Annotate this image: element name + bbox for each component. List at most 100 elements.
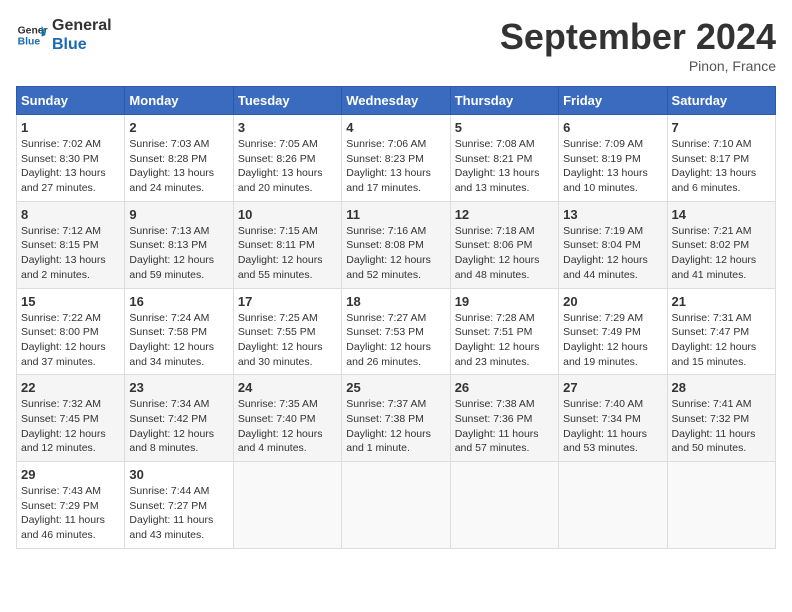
day-info: Sunrise: 7:25 AM Sunset: 7:55 PM Dayligh… xyxy=(238,311,337,370)
day-info: Sunrise: 7:44 AM Sunset: 7:27 PM Dayligh… xyxy=(129,484,228,543)
calendar-cell: 8Sunrise: 7:12 AM Sunset: 8:15 PM Daylig… xyxy=(17,201,125,288)
weekday-header: Monday xyxy=(125,87,233,115)
day-number: 21 xyxy=(672,294,771,309)
day-number: 28 xyxy=(672,380,771,395)
day-info: Sunrise: 7:15 AM Sunset: 8:11 PM Dayligh… xyxy=(238,224,337,283)
day-number: 4 xyxy=(346,120,445,135)
day-info: Sunrise: 7:43 AM Sunset: 7:29 PM Dayligh… xyxy=(21,484,120,543)
logo: General Blue General Blue xyxy=(16,16,112,54)
svg-text:Blue: Blue xyxy=(18,37,41,48)
day-number: 5 xyxy=(455,120,554,135)
day-number: 10 xyxy=(238,207,337,222)
calendar-cell: 26 Sunrise: 7:38 AM Sunset: 7:36 PM Dayli… xyxy=(450,375,558,462)
day-number: 15 xyxy=(21,294,120,309)
day-number: 25 xyxy=(346,380,445,395)
day-info: Sunrise: 7:08 AM Sunset: 8:21 PM Dayligh… xyxy=(455,137,554,196)
day-number: 19 xyxy=(455,294,554,309)
calendar-cell: 6 Sunrise: 7:09 AM Sunset: 8:19 PM Daylig… xyxy=(559,115,667,202)
calendar-cell: 24 Sunrise: 7:35 AM Sunset: 7:40 PM Dayli… xyxy=(233,375,341,462)
calendar-cell: 2 Sunrise: 7:03 AM Sunset: 8:28 PM Daylig… xyxy=(125,115,233,202)
calendar-cell: 23Sunrise: 7:34 AM Sunset: 7:42 PM Dayli… xyxy=(125,375,233,462)
weekday-header: Thursday xyxy=(450,87,558,115)
calendar-cell: 30 Sunrise: 7:44 AM Sunset: 7:27 PM Dayli… xyxy=(125,462,233,549)
calendar-cell: 15 Sunrise: 7:22 AM Sunset: 8:00 PM Dayli… xyxy=(17,288,125,375)
day-info: Sunrise: 7:12 AM Sunset: 8:15 PM Dayligh… xyxy=(21,224,120,283)
day-number: 27 xyxy=(563,380,662,395)
calendar-cell: 4Sunrise: 7:06 AM Sunset: 8:23 PM Daylig… xyxy=(342,115,450,202)
day-number: 6 xyxy=(563,120,662,135)
calendar-cell: 5 Sunrise: 7:08 AM Sunset: 8:21 PM Daylig… xyxy=(450,115,558,202)
calendar-cell xyxy=(559,462,667,549)
day-info: Sunrise: 7:37 AM Sunset: 7:38 PM Dayligh… xyxy=(346,397,445,456)
calendar-cell: 20 Sunrise: 7:29 AM Sunset: 7:49 PM Dayli… xyxy=(559,288,667,375)
day-info: Sunrise: 7:28 AM Sunset: 7:51 PM Dayligh… xyxy=(455,311,554,370)
calendar-cell: 14Sunrise: 7:21 AM Sunset: 8:02 PM Dayli… xyxy=(667,201,775,288)
day-info: Sunrise: 7:38 AM Sunset: 7:36 PM Dayligh… xyxy=(455,397,554,456)
day-info: Sunrise: 7:03 AM Sunset: 8:28 PM Dayligh… xyxy=(129,137,228,196)
weekday-header: Wednesday xyxy=(342,87,450,115)
day-number: 1 xyxy=(21,120,120,135)
calendar-cell: 22 Sunrise: 7:32 AM Sunset: 7:45 PM Dayli… xyxy=(17,375,125,462)
weekday-header: Tuesday xyxy=(233,87,341,115)
day-number: 7 xyxy=(672,120,771,135)
calendar-cell: 25 Sunrise: 7:37 AM Sunset: 7:38 PM Dayli… xyxy=(342,375,450,462)
weekday-header: Friday xyxy=(559,87,667,115)
calendar-cell: 11 Sunrise: 7:16 AM Sunset: 8:08 PM Dayli… xyxy=(342,201,450,288)
day-number: 30 xyxy=(129,467,228,482)
day-number: 9 xyxy=(129,207,228,222)
day-info: Sunrise: 7:09 AM Sunset: 8:19 PM Dayligh… xyxy=(563,137,662,196)
day-info: Sunrise: 7:10 AM Sunset: 8:17 PM Dayligh… xyxy=(672,137,771,196)
day-number: 20 xyxy=(563,294,662,309)
logo-general: General xyxy=(52,16,112,35)
day-number: 13 xyxy=(563,207,662,222)
calendar-cell: 27 Sunrise: 7:40 AM Sunset: 7:34 PM Dayli… xyxy=(559,375,667,462)
location-subtitle: Pinon, France xyxy=(500,58,776,74)
logo-blue: Blue xyxy=(52,35,112,54)
day-info: Sunrise: 7:19 AM Sunset: 8:04 PM Dayligh… xyxy=(563,224,662,283)
day-info: Sunrise: 7:27 AM Sunset: 7:53 PM Dayligh… xyxy=(346,311,445,370)
day-info: Sunrise: 7:02 AM Sunset: 8:30 PM Dayligh… xyxy=(21,137,120,196)
day-number: 24 xyxy=(238,380,337,395)
day-number: 22 xyxy=(21,380,120,395)
day-info: Sunrise: 7:13 AM Sunset: 8:13 PM Dayligh… xyxy=(129,224,228,283)
day-info: Sunrise: 7:41 AM Sunset: 7:32 PM Dayligh… xyxy=(672,397,771,456)
day-number: 11 xyxy=(346,207,445,222)
day-number: 14 xyxy=(672,207,771,222)
day-info: Sunrise: 7:22 AM Sunset: 8:00 PM Dayligh… xyxy=(21,311,120,370)
day-info: Sunrise: 7:35 AM Sunset: 7:40 PM Dayligh… xyxy=(238,397,337,456)
day-info: Sunrise: 7:24 AM Sunset: 7:58 PM Dayligh… xyxy=(129,311,228,370)
day-info: Sunrise: 7:40 AM Sunset: 7:34 PM Dayligh… xyxy=(563,397,662,456)
calendar-cell: 18 Sunrise: 7:27 AM Sunset: 7:53 PM Dayli… xyxy=(342,288,450,375)
calendar-cell: 12Sunrise: 7:18 AM Sunset: 8:06 PM Dayli… xyxy=(450,201,558,288)
calendar-cell: 16Sunrise: 7:24 AM Sunset: 7:58 PM Dayli… xyxy=(125,288,233,375)
day-info: Sunrise: 7:31 AM Sunset: 7:47 PM Dayligh… xyxy=(672,311,771,370)
calendar-cell: 28 Sunrise: 7:41 AM Sunset: 7:32 PM Dayli… xyxy=(667,375,775,462)
calendar-cell: 9 Sunrise: 7:13 AM Sunset: 8:13 PM Daylig… xyxy=(125,201,233,288)
day-info: Sunrise: 7:32 AM Sunset: 7:45 PM Dayligh… xyxy=(21,397,120,456)
calendar-table: SundayMondayTuesdayWednesdayThursdayFrid… xyxy=(16,86,776,549)
day-info: Sunrise: 7:34 AM Sunset: 7:42 PM Dayligh… xyxy=(129,397,228,456)
day-number: 18 xyxy=(346,294,445,309)
day-info: Sunrise: 7:29 AM Sunset: 7:49 PM Dayligh… xyxy=(563,311,662,370)
calendar-cell: 19 Sunrise: 7:28 AM Sunset: 7:51 PM Dayli… xyxy=(450,288,558,375)
day-info: Sunrise: 7:05 AM Sunset: 8:26 PM Dayligh… xyxy=(238,137,337,196)
calendar-cell xyxy=(667,462,775,549)
month-title: September 2024 xyxy=(500,16,776,58)
day-info: Sunrise: 7:16 AM Sunset: 8:08 PM Dayligh… xyxy=(346,224,445,283)
day-number: 3 xyxy=(238,120,337,135)
calendar-cell: 7 Sunrise: 7:10 AM Sunset: 8:17 PM Daylig… xyxy=(667,115,775,202)
weekday-header: Saturday xyxy=(667,87,775,115)
calendar-cell xyxy=(342,462,450,549)
day-number: 29 xyxy=(21,467,120,482)
title-block: September 2024 Pinon, France xyxy=(500,16,776,74)
calendar-cell: 13 Sunrise: 7:19 AM Sunset: 8:04 PM Dayli… xyxy=(559,201,667,288)
day-number: 2 xyxy=(129,120,228,135)
calendar-cell: 21 Sunrise: 7:31 AM Sunset: 7:47 PM Dayli… xyxy=(667,288,775,375)
day-number: 26 xyxy=(455,380,554,395)
calendar-cell: 1 Sunrise: 7:02 AM Sunset: 8:30 PM Daylig… xyxy=(17,115,125,202)
calendar-cell xyxy=(450,462,558,549)
day-number: 17 xyxy=(238,294,337,309)
calendar-cell: 3 Sunrise: 7:05 AM Sunset: 8:26 PM Daylig… xyxy=(233,115,341,202)
calendar-cell: 10 Sunrise: 7:15 AM Sunset: 8:11 PM Dayli… xyxy=(233,201,341,288)
calendar-cell xyxy=(233,462,341,549)
